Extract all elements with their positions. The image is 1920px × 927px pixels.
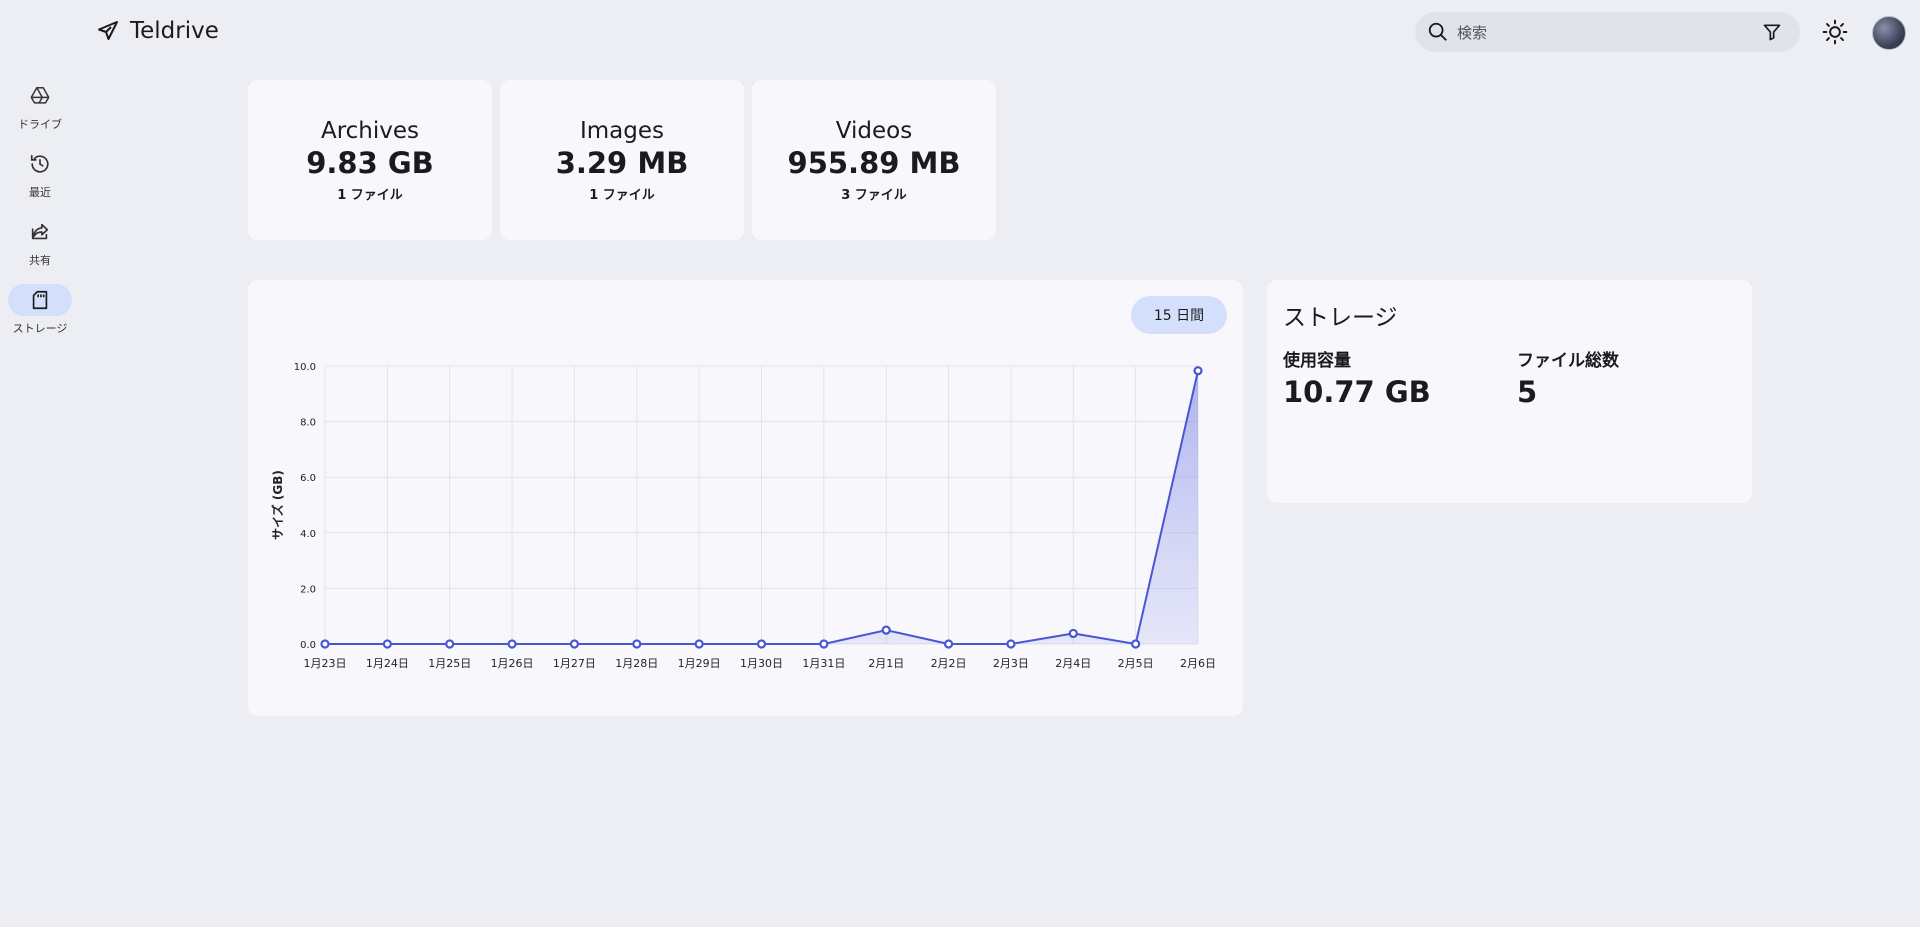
x-tick-label: 1月25日 xyxy=(428,657,471,670)
sidebar-item-recent[interactable]: 最近 xyxy=(8,148,72,200)
data-point xyxy=(819,639,829,649)
sun-icon[interactable] xyxy=(1822,19,1848,45)
stat-card-images: Images 3.29 MB 1 ファイル xyxy=(500,80,744,240)
data-point xyxy=(632,639,642,649)
stat-title: Images xyxy=(579,118,664,144)
stat-title: Archives xyxy=(320,118,420,144)
x-tick-label: 1月23日 xyxy=(304,657,347,670)
drive-icon xyxy=(30,87,50,104)
x-tick-label: 1月31日 xyxy=(802,657,845,670)
y-tick-label: 6.0 xyxy=(300,473,316,484)
sd-card-icon xyxy=(32,290,48,310)
app-logo[interactable]: Teldrive xyxy=(96,18,219,44)
x-tick-label: 2月4日 xyxy=(1055,657,1091,670)
stat-card-videos: Videos 955.89 MB 3 ファイル xyxy=(752,80,996,240)
send-icon xyxy=(98,21,118,40)
sidebar-item-storage[interactable]: ストレージ xyxy=(8,284,72,336)
data-point xyxy=(943,639,954,649)
data-point xyxy=(881,625,891,635)
filter-icon[interactable] xyxy=(1762,22,1782,42)
x-tick-label: 1月24日 xyxy=(366,657,409,670)
y-tick-label: 0.0 xyxy=(300,640,316,651)
sidebar-item-label: 共有 xyxy=(29,254,51,267)
data-point xyxy=(569,639,580,649)
user-avatar[interactable] xyxy=(1872,16,1906,50)
data-point xyxy=(382,639,392,649)
share-icon xyxy=(31,223,49,240)
data-point xyxy=(1068,628,1078,639)
used-capacity-label: 使用容量 xyxy=(1283,351,1351,371)
data-point xyxy=(320,639,330,649)
y-tick-label: 8.0 xyxy=(300,418,316,429)
time-range-button[interactable]: 15 日間 xyxy=(1131,296,1227,334)
stat-card-archives: Archives 9.83 GB 1 ファイル xyxy=(248,80,492,240)
used-capacity: 使用容量 10.77 GB xyxy=(1283,346,1431,409)
x-tick-label: 1月26日 xyxy=(491,657,534,670)
used-capacity-value: 10.77 GB xyxy=(1283,375,1431,409)
sidebar-item-drive[interactable]: ドライブ xyxy=(8,80,72,132)
x-tick-label: 1月29日 xyxy=(678,657,721,670)
storage-chart-card: 0.0 2.0 4.0 6.0 8.0 10.0 1月23日 1月24日 1月25日 1月26日 1… xyxy=(248,280,1243,716)
data-point xyxy=(507,639,517,649)
stat-count: 1 ファイル xyxy=(337,188,403,203)
x-tick-label: 2月2日 xyxy=(931,657,967,670)
x-tick-label: 1月28日 xyxy=(615,657,658,670)
sidebar-item-label: ストレージ xyxy=(12,322,68,335)
storage-chart: 0.0 2.0 4.0 6.0 8.0 10.0 1月23日 1月24日 1月25日 1月26日 1… xyxy=(270,362,1216,670)
stat-size: 955.89 MB xyxy=(787,146,961,180)
y-axis-label: サイズ (GB) xyxy=(270,470,285,540)
search-icon xyxy=(1428,22,1447,41)
x-tick-label: 2月1日 xyxy=(868,657,904,670)
search-input[interactable] xyxy=(1455,20,1749,46)
x-tick-label: 2月6日 xyxy=(1180,657,1216,670)
x-tick-label: 1月27日 xyxy=(553,657,596,670)
data-point xyxy=(1006,639,1016,649)
total-files-label: ファイル総数 xyxy=(1517,351,1619,371)
stat-count: 3 ファイル xyxy=(841,188,907,203)
stat-title: Videos xyxy=(835,118,913,144)
sidebar-item-shared[interactable]: 共有 xyxy=(8,216,72,268)
y-tick-label: 10.0 xyxy=(294,362,316,373)
x-tick-label: 2月5日 xyxy=(1118,657,1154,670)
x-tick-label: 1月30日 xyxy=(740,657,783,670)
total-files-value: 5 xyxy=(1517,375,1538,409)
total-files: ファイル総数 5 xyxy=(1517,346,1619,409)
data-point xyxy=(694,639,704,649)
stat-size: 9.83 GB xyxy=(306,146,434,180)
sidebar-item-label: ドライブ xyxy=(18,118,62,131)
data-point xyxy=(1193,366,1203,376)
app-title: Teldrive xyxy=(130,18,219,44)
data-point xyxy=(1131,639,1141,649)
data-point xyxy=(756,639,767,649)
stat-size: 3.29 MB xyxy=(555,146,689,180)
history-icon xyxy=(30,154,49,173)
search-bar[interactable] xyxy=(1415,12,1800,52)
x-tick-label: 2月3日 xyxy=(993,657,1029,670)
storage-title: ストレージ xyxy=(1283,305,1398,331)
sidebar-item-label: 最近 xyxy=(29,186,51,199)
data-point xyxy=(445,639,455,649)
stat-count: 1 ファイル xyxy=(589,188,655,203)
y-tick-label: 4.0 xyxy=(300,529,316,540)
y-tick-label: 2.0 xyxy=(300,584,316,595)
storage-summary-card: ストレージ 使用容量 10.77 GB ファイル総数 5 xyxy=(1267,280,1752,503)
